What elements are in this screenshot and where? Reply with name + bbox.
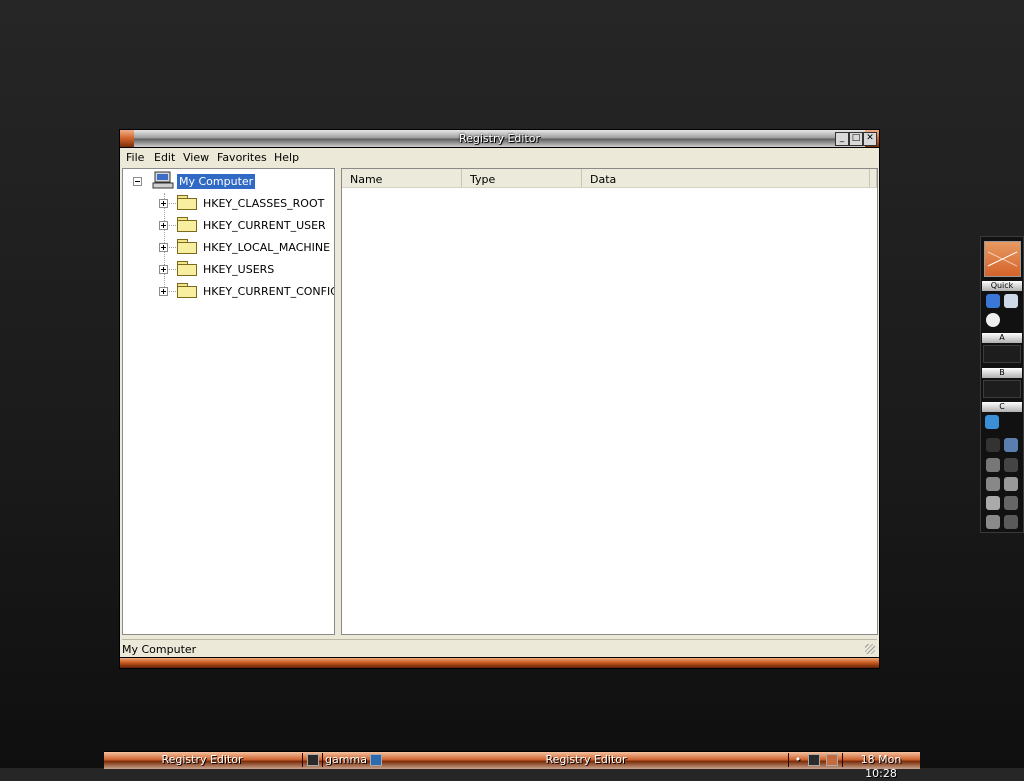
task-separator xyxy=(322,753,323,767)
computer-dock-icon[interactable] xyxy=(986,496,1000,510)
documents-icon[interactable] xyxy=(1004,477,1018,491)
minimize-button[interactable]: _ xyxy=(835,132,849,146)
dock-section-b[interactable]: B xyxy=(982,368,1022,378)
dock-section-quick[interactable]: Quick xyxy=(982,281,1022,291)
menu-bar: File Edit View Favorites Help xyxy=(122,148,877,167)
tree-node-label[interactable]: HKEY_CURRENT_CONFIG xyxy=(203,285,334,298)
tree-node-label[interactable]: My Computer xyxy=(177,174,256,189)
column-header-data[interactable]: Data xyxy=(582,169,870,188)
folder-icon xyxy=(177,195,197,210)
task-separator xyxy=(842,753,843,767)
registry-editor-icon[interactable] xyxy=(985,415,999,429)
column-header-type[interactable]: Type xyxy=(462,169,582,188)
folder-icon xyxy=(177,283,197,298)
menu-edit[interactable]: Edit xyxy=(154,151,175,164)
pane-splitter[interactable] xyxy=(336,168,340,635)
title-bar[interactable]: Registry Editor _ □ ✕ xyxy=(120,130,879,148)
tree-node-hkey-users[interactable]: HKEY_USERS xyxy=(123,259,334,277)
maximize-button[interactable]: □ xyxy=(849,132,863,146)
network-icon[interactable] xyxy=(986,438,1000,452)
printer-icon[interactable] xyxy=(986,458,1000,472)
window-bottom-border[interactable] xyxy=(120,657,879,668)
user-icon[interactable] xyxy=(986,477,1000,491)
dock-section-a[interactable]: A xyxy=(982,333,1022,343)
tray-app-icon[interactable] xyxy=(808,754,820,766)
task-separator xyxy=(788,753,789,767)
task-separator xyxy=(302,753,303,767)
browser-icon[interactable] xyxy=(1004,438,1018,452)
menu-favorites[interactable]: Favorites xyxy=(217,151,267,164)
folder-icon xyxy=(177,217,197,232)
computer-icon xyxy=(152,171,174,189)
expand-toggle[interactable] xyxy=(159,221,168,230)
resize-grip[interactable] xyxy=(865,644,875,654)
task-button-center[interactable]: Registry Editor xyxy=(386,753,786,767)
status-bar: My Computer xyxy=(122,639,877,657)
dock-clock-widget[interactable] xyxy=(984,241,1021,277)
recycle-bin-icon[interactable] xyxy=(986,515,1000,529)
status-path: My Computer xyxy=(122,643,197,656)
expand-toggle[interactable] xyxy=(159,287,168,296)
folder-icon xyxy=(177,261,197,276)
window-title: Registry Editor xyxy=(458,132,541,145)
registry-tree[interactable]: My Computer HKEY_CLASSES_ROOT HKEY_CURRE… xyxy=(122,168,335,635)
dock-slot-a[interactable] xyxy=(983,345,1021,363)
clock-icon xyxy=(987,251,1018,267)
taskbar-clock[interactable]: 18 Mon 10:28 xyxy=(844,753,918,780)
expand-toggle[interactable] xyxy=(159,199,168,208)
media-player-icon[interactable] xyxy=(986,313,1000,327)
tree-node-hkey-current-user[interactable]: HKEY_CURRENT_USER xyxy=(123,215,334,233)
tree-node-label[interactable]: HKEY_LOCAL_MACHINE xyxy=(203,241,330,254)
tree-node-label[interactable]: HKEY_CURRENT_USER xyxy=(203,219,326,232)
tree-node-hkey-current-config[interactable]: HKEY_CURRENT_CONFIG xyxy=(123,281,334,299)
outlook-icon[interactable] xyxy=(1004,294,1018,308)
tree-node-hkey-local-machine[interactable]: HKEY_LOCAL_MACHINE xyxy=(123,237,334,255)
tray-dot-icon[interactable]: • xyxy=(790,753,806,767)
dock-slot-b[interactable] xyxy=(983,380,1021,398)
column-header-name[interactable]: Name xyxy=(342,169,462,188)
dock-section-c[interactable]: C xyxy=(982,402,1022,412)
explorer-icon[interactable] xyxy=(1004,458,1018,472)
workspace-icon[interactable] xyxy=(307,754,319,766)
expand-toggle[interactable] xyxy=(159,265,168,274)
tray-settings-icon[interactable] xyxy=(826,754,838,766)
task-button-left[interactable]: Registry Editor xyxy=(104,753,300,767)
workspace-button[interactable]: gamma xyxy=(325,753,367,767)
disc-icon[interactable] xyxy=(1004,496,1018,510)
registry-task-icon[interactable] xyxy=(370,754,382,766)
side-dock: Quick A B C xyxy=(980,236,1024,533)
internet-explorer-icon[interactable] xyxy=(986,294,1000,308)
folder-icon xyxy=(177,239,197,254)
column-header-filler xyxy=(870,169,877,188)
menu-help[interactable]: Help xyxy=(274,151,299,164)
tree-node-label[interactable]: HKEY_CLASSES_ROOT xyxy=(203,197,324,210)
menu-view[interactable]: View xyxy=(183,151,209,164)
values-list[interactable]: Name Type Data xyxy=(341,168,878,635)
close-button[interactable]: ✕ xyxy=(863,132,877,146)
tree-node-hkey-classes-root[interactable]: HKEY_CLASSES_ROOT xyxy=(123,193,334,211)
registry-editor-window[interactable]: Registry Editor _ □ ✕ File Edit View Fav… xyxy=(119,129,880,669)
expand-toggle[interactable] xyxy=(159,243,168,252)
collapse-toggle[interactable] xyxy=(133,177,142,186)
terminal-icon[interactable] xyxy=(1004,515,1018,529)
tree-node-label[interactable]: HKEY_USERS xyxy=(203,263,274,276)
menu-file[interactable]: File xyxy=(126,151,144,164)
tree-node-my-computer[interactable]: My Computer xyxy=(123,171,334,189)
taskbar: Registry Editor gamma Registry Editor • … xyxy=(104,751,920,780)
